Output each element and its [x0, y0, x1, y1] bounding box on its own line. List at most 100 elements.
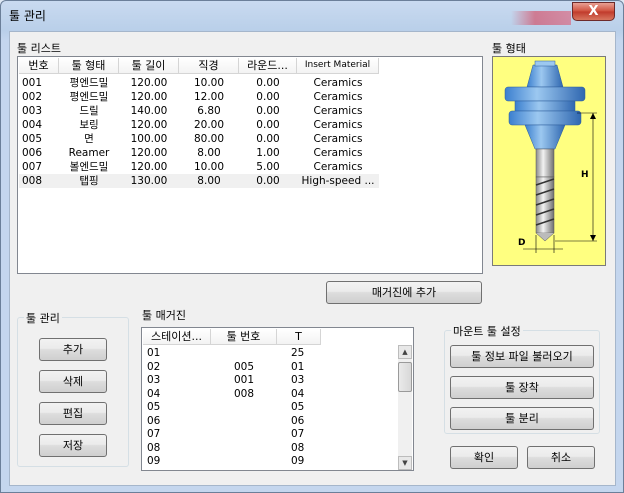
tool-list-label: 툴 리스트	[17, 42, 61, 55]
cell-tool-length: 100.00	[130, 133, 168, 145]
cell-round: 0.00	[256, 91, 280, 103]
cell-insert-material: Ceramics	[313, 77, 363, 89]
cell-station: 06	[147, 414, 161, 427]
cell-station: 03	[147, 374, 161, 386]
cell-t: 01	[291, 360, 305, 373]
cell-round: 0.00	[256, 77, 280, 89]
cell-tool-number	[211, 428, 277, 441]
cell-round: 0.00	[256, 175, 280, 187]
magazine-scrollbar[interactable]: ▲ ▼	[398, 345, 412, 470]
table-row[interactable]: 001 평엔드밀 120.00 10.00 0.00 Ceramics	[19, 76, 379, 90]
cell-t: 07	[291, 428, 305, 440]
table-row[interactable]: 008 탭핑 130.00 8.00 0.00 High-speed ...	[19, 174, 379, 188]
cell-t: 03	[291, 374, 305, 386]
list-item[interactable]: 08 08	[143, 442, 398, 455]
scroll-up-button[interactable]: ▲	[398, 345, 412, 359]
cell-tool-type: 평엔드밀	[69, 91, 109, 103]
cell-tool-type: 볼엔드밀	[69, 161, 109, 173]
cell-tool-type: 보링	[79, 119, 99, 131]
cell-diameter: 10.00	[193, 161, 225, 173]
add-tool-button[interactable]: 추가	[39, 338, 107, 361]
tool-shape-label: 툴 형태	[492, 42, 526, 55]
title-bar[interactable]: 툴 관리 X	[1, 1, 623, 29]
cell-diameter: 80.00	[193, 133, 225, 145]
col-header-station[interactable]: 스테이션...	[143, 329, 211, 345]
tool-management-group-label: 툴 관리	[24, 310, 62, 326]
magazine-list-view[interactable]: 스테이션... 툴 번호 T 01 25 02 005 01 03 001 03 04 008 04…	[141, 327, 414, 471]
cell-tool-number: 005	[233, 360, 255, 373]
table-row[interactable]: 006 Reamer 120.00 8.00 1.00 Ceramics	[19, 146, 379, 160]
list-item[interactable]: 06 06	[143, 415, 398, 428]
cell-tool-length: 130.00	[130, 175, 168, 187]
cell-insert-material: Ceramics	[313, 105, 363, 117]
list-item[interactable]: 05 05	[143, 401, 398, 414]
tool-management-window: 툴 관리 X 툴 리스트 번호 툴 형태 툴 길이 직경 라운드... Inse…	[0, 0, 624, 493]
ok-button[interactable]: 확인	[450, 446, 518, 469]
list-item[interactable]: 04 008 04	[143, 388, 398, 401]
col-header-insert-material[interactable]: Insert Material	[297, 58, 379, 74]
table-row[interactable]: 002 평엔드밀 120.00 12.00 0.00 Ceramics	[19, 90, 379, 104]
table-row[interactable]: 007 볼엔드밀 120.00 10.00 5.00 Ceramics	[19, 160, 379, 174]
add-to-magazine-button[interactable]: 매거진에 추가	[326, 281, 482, 304]
table-row[interactable]: 004 보링 120.00 20.00 0.00 Ceramics	[19, 118, 379, 132]
cell-tool-type: 드릴	[79, 105, 99, 117]
scroll-thumb[interactable]	[398, 362, 412, 392]
cell-number: 007	[22, 161, 43, 173]
cell-insert-material: Ceramics	[313, 119, 363, 131]
cell-number: 003	[22, 105, 43, 117]
cell-tool-length: 140.00	[130, 105, 168, 117]
col-header-number[interactable]: 번호	[19, 58, 59, 74]
mount-tool-button[interactable]: 툴 장착	[450, 376, 594, 399]
cell-tool-type: 탭핑	[79, 175, 99, 187]
load-tool-info-file-button[interactable]: 툴 정보 파일 불러오기	[450, 345, 594, 368]
cell-tool-number	[211, 347, 277, 360]
save-tool-button[interactable]: 저장	[39, 434, 107, 457]
edit-tool-button[interactable]: 편집	[39, 402, 107, 425]
tool-shape-image: H D	[492, 56, 606, 266]
col-header-round[interactable]: 라운드...	[239, 58, 297, 74]
list-item[interactable]: 01 25	[143, 347, 398, 360]
table-row[interactable]: 005 면 100.00 80.00 0.00 Ceramics	[19, 132, 379, 146]
cell-number: 005	[22, 133, 43, 145]
cell-tool-type: 평엔드밀	[69, 77, 109, 89]
cell-round: 1.00	[256, 147, 280, 159]
col-header-tool-type[interactable]: 툴 형태	[59, 58, 119, 74]
scroll-down-button[interactable]: ▼	[398, 456, 412, 470]
list-item[interactable]: 03 001 03	[143, 374, 398, 387]
col-header-t[interactable]: T	[277, 329, 321, 345]
cell-t: 08	[291, 441, 305, 454]
col-header-tool-length[interactable]: 툴 길이	[119, 58, 179, 74]
unmount-tool-button[interactable]: 툴 분리	[450, 407, 594, 430]
height-dimension-label: H	[581, 170, 589, 180]
cell-diameter: 12.00	[193, 91, 225, 103]
cell-diameter: 20.00	[193, 119, 225, 131]
delete-tool-button[interactable]: 삭제	[39, 370, 107, 393]
list-item[interactable]: 07 07	[143, 428, 398, 441]
cell-insert-material: Ceramics	[313, 161, 363, 173]
list-item[interactable]: 02 005 01	[143, 361, 398, 374]
mount-tool-settings-label: 마운트 툴 설정	[451, 323, 523, 339]
cell-insert-material: Ceramics	[313, 133, 363, 145]
cell-tool-number: 001	[233, 374, 255, 386]
list-item[interactable]: 09 09	[143, 455, 398, 468]
cell-diameter: 8.00	[197, 175, 221, 187]
col-header-tool-number[interactable]: 툴 번호	[211, 329, 277, 345]
col-header-diameter[interactable]: 직경	[179, 58, 239, 74]
cell-station: 07	[147, 428, 161, 440]
cell-number: 002	[22, 91, 43, 103]
table-row[interactable]: 003 드릴 140.00 6.80 0.00 Ceramics	[19, 104, 379, 118]
magazine-label: 툴 매거진	[142, 309, 186, 322]
cell-station: 08	[147, 441, 161, 454]
tool-list-view[interactable]: 번호 툴 형태 툴 길이 직경 라운드... Insert Material 0…	[17, 56, 483, 274]
tool-list-header: 번호 툴 형태 툴 길이 직경 라운드... Insert Material	[19, 58, 481, 74]
cancel-button[interactable]: 취소	[527, 446, 595, 469]
cell-t: 04	[291, 387, 305, 400]
cell-round: 0.00	[256, 105, 280, 117]
close-button[interactable]: X	[572, 2, 615, 21]
window-title: 툴 관리	[9, 9, 46, 23]
cell-t: 06	[291, 414, 305, 427]
cell-insert-material: Ceramics	[313, 91, 363, 103]
cell-tool-type: 면	[84, 133, 94, 145]
cell-number: 001	[22, 77, 43, 89]
cell-insert-material: High-speed ...	[301, 175, 375, 187]
